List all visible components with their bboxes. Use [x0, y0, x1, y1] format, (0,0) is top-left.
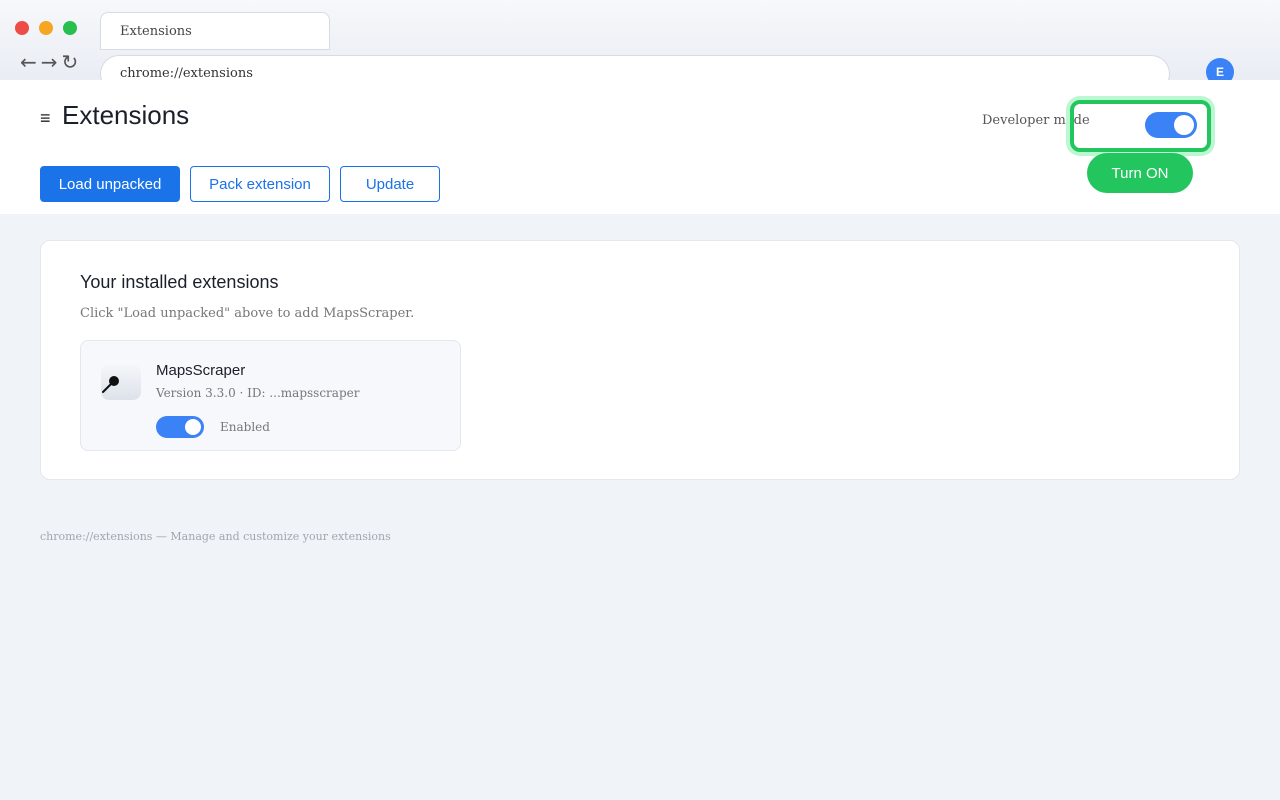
back-arrow-icon[interactable]: ←: [20, 50, 39, 74]
update-button[interactable]: Update: [340, 166, 440, 202]
page-title: Extensions: [62, 100, 190, 130]
browser-chrome: Extensions ← → ↻ chrome://extensions E: [0, 0, 1280, 93]
section-title: Your installed extensions: [80, 272, 279, 292]
developer-mode-toggle[interactable]: [1145, 112, 1197, 138]
extension-card-mapsscraper: MapsScraper Version 3.3.0 · ID: ...mapss…: [80, 340, 461, 451]
extensions-header: ≡ Extensions Developer mode Turn ON Load…: [0, 80, 1280, 214]
minimize-window-button[interactable]: [39, 21, 53, 35]
navigation-controls: ← → ↻: [20, 50, 82, 74]
load-unpacked-button[interactable]: Load unpacked: [40, 166, 180, 202]
toggle-knob: [185, 419, 201, 435]
pack-extension-button[interactable]: Pack extension: [190, 166, 330, 202]
close-window-button[interactable]: [15, 21, 29, 35]
tab-title: Extensions: [120, 24, 192, 39]
toggle-knob: [1174, 115, 1194, 135]
browser-tab[interactable]: Extensions: [100, 12, 330, 50]
menu-icon[interactable]: ≡: [40, 108, 51, 129]
installed-extensions-card: Your installed extensions Click "Load un…: [40, 240, 1240, 480]
maximize-window-button[interactable]: [63, 21, 77, 35]
extension-name: MapsScraper: [156, 362, 246, 379]
reload-icon[interactable]: ↻: [62, 50, 81, 74]
address-text: chrome://extensions: [120, 66, 253, 81]
turn-on-button[interactable]: Turn ON: [1087, 153, 1193, 193]
forward-arrow-icon[interactable]: →: [41, 50, 60, 74]
section-hint: Click "Load unpacked" above to add MapsS…: [80, 306, 415, 321]
magnifier-icon: [101, 365, 141, 400]
extension-meta: Version 3.3.0 · ID: ...mapsscraper: [156, 386, 360, 400]
extension-enable-toggle[interactable]: [156, 416, 204, 438]
footer-note: chrome://extensions — Manage and customi…: [40, 530, 391, 543]
extension-status: Enabled: [220, 420, 270, 434]
